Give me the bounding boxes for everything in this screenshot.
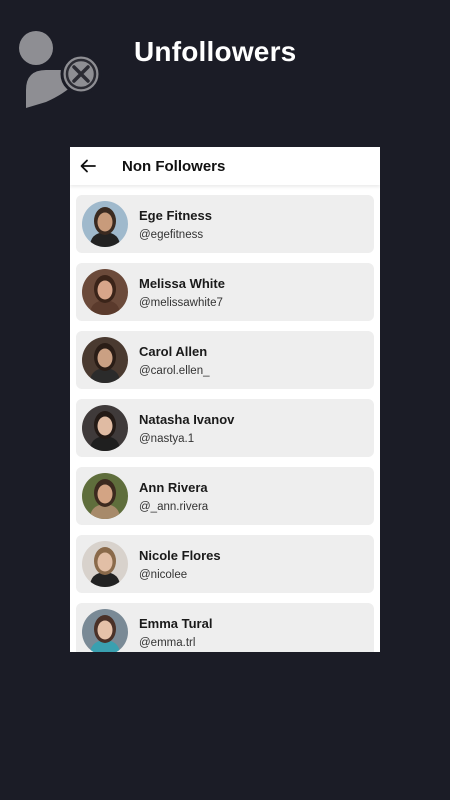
user-name: Melissa White (139, 275, 225, 291)
user-info: Ege Fitness @egefitness (139, 208, 212, 241)
user-info: Natasha Ivanov @nastya.1 (139, 412, 234, 445)
user-info: Ann Rivera @_ann.rivera (139, 480, 208, 513)
page-title: Non Followers (122, 157, 226, 175)
user-name: Ege Fitness (139, 207, 212, 223)
user-info: Melissa White @melissawhite7 (139, 276, 225, 309)
list-item[interactable]: Carol Allen @carol.ellen_ (76, 331, 374, 389)
user-name: Emma Tural (139, 615, 213, 631)
user-list[interactable]: Ege Fitness @egefitness Melissa White @meli… (70, 185, 380, 652)
avatar (82, 541, 128, 587)
user-name: Natasha Ivanov (139, 411, 235, 427)
list-item[interactable]: Nicole Flores @nicolee (76, 535, 374, 593)
avatar (82, 473, 128, 519)
user-info: Carol Allen @carol.ellen_ (139, 344, 210, 377)
avatar (82, 269, 128, 315)
list-item[interactable]: Ann Rivera @_ann.rivera (76, 467, 374, 525)
user-handle: @emma.trl (139, 636, 196, 649)
list-item[interactable]: Ege Fitness @egefitness (76, 195, 374, 253)
phone-screen: Non Followers Ege Fitness @egefitness Meli… (70, 147, 380, 652)
list-item[interactable]: Emma Tural @emma.trl (76, 603, 374, 652)
user-info: Emma Tural @emma.trl (139, 616, 212, 649)
promo-title: Unfollowers (134, 36, 297, 67)
app-bar: Non Followers (70, 147, 380, 185)
avatar (82, 609, 128, 652)
app-logo-icon (16, 28, 104, 112)
list-item[interactable]: Melissa White @melissawhite7 (76, 263, 374, 321)
user-handle: @egefitness (139, 228, 204, 241)
back-button[interactable] (72, 147, 104, 185)
user-name: Ann Rivera (139, 479, 208, 495)
user-handle: @melissawhite7 (139, 296, 223, 309)
avatar (82, 201, 128, 247)
user-name: Nicole Flores (139, 547, 221, 563)
user-handle: @_ann.rivera (139, 500, 209, 513)
user-name: Carol Allen (139, 343, 208, 359)
user-handle: @nastya.1 (139, 432, 195, 445)
list-item[interactable]: Natasha Ivanov @nastya.1 (76, 399, 374, 457)
user-info: Nicole Flores @nicolee (139, 548, 221, 581)
arrow-left-icon (80, 159, 96, 173)
avatar (82, 405, 128, 451)
avatar (82, 337, 128, 383)
user-handle: @carol.ellen_ (139, 364, 210, 377)
user-handle: @nicolee (139, 568, 188, 581)
